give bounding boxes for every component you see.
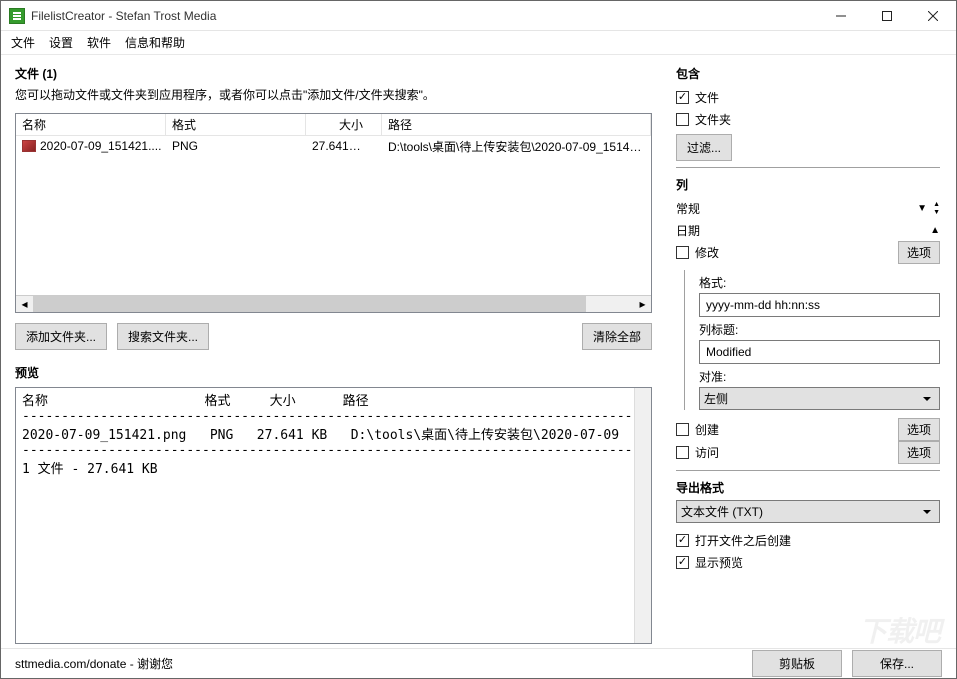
format-label: 格式: <box>699 274 940 291</box>
coltitle-input[interactable] <box>699 340 940 364</box>
menu-help[interactable]: 信息和帮助 <box>125 34 185 51</box>
statusbar: sttmedia.com/donate - 谢谢您 剪贴板 保存... <box>1 648 956 678</box>
horizontal-scrollbar[interactable]: ◂ ▸ <box>16 295 651 312</box>
close-button[interactable] <box>910 1 956 30</box>
app-icon <box>9 8 25 24</box>
menubar: 文件 设置 软件 信息和帮助 <box>1 31 956 55</box>
preview-text[interactable]: 名称 格式 大小 路径 ----------------------------… <box>16 390 651 477</box>
chevron-up-icon: ▲ <box>930 225 940 236</box>
table-row[interactable]: 2020-07-09_151421.... PNG 27.641 KB D:\t… <box>16 136 651 156</box>
cell-format: PNG <box>166 139 306 153</box>
include-folder-checkbox[interactable] <box>676 113 689 126</box>
menu-settings[interactable]: 设置 <box>49 34 73 51</box>
menu-file[interactable]: 文件 <box>11 34 35 51</box>
cell-path: D:\tools\桌面\待上传安装包\2020-07-09_151421.... <box>382 138 651 155</box>
window-title: FilelistCreator - Stefan Trost Media <box>31 9 216 23</box>
files-title: 文件 (1) <box>15 65 652 82</box>
preview-title: 预览 <box>15 364 652 381</box>
date-row[interactable]: 日期 ▲ <box>676 219 940 241</box>
access-options-button[interactable]: 选项 <box>898 441 940 464</box>
coltitle-label: 列标题: <box>699 321 940 338</box>
chevron-down-icon: ▼ <box>917 203 927 214</box>
down-icon[interactable]: ▼ <box>933 209 940 216</box>
search-folder-button[interactable]: 搜索文件夹... <box>117 323 209 350</box>
include-title: 包含 <box>676 65 940 82</box>
file-icon <box>22 140 36 152</box>
clipboard-button[interactable]: 剪贴板 <box>752 650 842 677</box>
columns-title: 列 <box>676 176 940 193</box>
align-select[interactable]: 左侧 <box>699 387 940 410</box>
menu-software[interactable]: 软件 <box>87 34 111 51</box>
minimize-button[interactable] <box>818 1 864 30</box>
scroll-right-icon[interactable]: ▸ <box>634 296 651 312</box>
create-options-button[interactable]: 选项 <box>898 418 940 441</box>
show-preview-checkbox[interactable] <box>676 556 689 569</box>
cell-name: 2020-07-09_151421.... <box>40 139 161 153</box>
col-path[interactable]: 路径 <box>382 114 651 135</box>
preview-scrollbar[interactable] <box>634 388 651 643</box>
modify-checkbox[interactable] <box>676 246 689 259</box>
include-folder-label: 文件夹 <box>695 111 731 128</box>
general-row[interactable]: 常规 ▼ ▲▼ <box>676 197 940 219</box>
clear-all-button[interactable]: 清除全部 <box>582 323 652 350</box>
export-title: 导出格式 <box>676 479 940 496</box>
files-table: 名称 格式 大小 路径 2020-07-09_151421.... PNG 27… <box>15 113 652 313</box>
format-input[interactable] <box>699 293 940 317</box>
up-icon[interactable]: ▲ <box>933 201 940 208</box>
col-format[interactable]: 格式 <box>166 114 306 135</box>
col-size[interactable]: 大小 <box>306 114 382 135</box>
cell-size: 27.641 KB <box>306 139 382 153</box>
align-label: 对准: <box>699 368 940 385</box>
save-button[interactable]: 保存... <box>852 650 942 677</box>
include-file-checkbox[interactable] <box>676 91 689 104</box>
col-name[interactable]: 名称 <box>16 114 166 135</box>
add-folder-button[interactable]: 添加文件夹... <box>15 323 107 350</box>
scroll-left-icon[interactable]: ◂ <box>16 296 33 312</box>
filter-button[interactable]: 过滤... <box>676 134 732 161</box>
export-format-select[interactable]: 文本文件 (TXT) <box>676 500 940 523</box>
maximize-button[interactable] <box>864 1 910 30</box>
open-after-checkbox[interactable] <box>676 534 689 547</box>
status-text: sttmedia.com/donate - 谢谢您 <box>15 655 173 672</box>
preview-box: 名称 格式 大小 路径 ----------------------------… <box>15 387 652 644</box>
access-checkbox[interactable] <box>676 446 689 459</box>
files-hint: 您可以拖动文件或文件夹到应用程序，或者你可以点击"添加文件/文件夹搜索"。 <box>15 86 652 103</box>
include-file-label: 文件 <box>695 89 719 106</box>
titlebar: FilelistCreator - Stefan Trost Media <box>1 1 956 31</box>
create-checkbox[interactable] <box>676 423 689 436</box>
modify-options-button[interactable]: 选项 <box>898 241 940 264</box>
